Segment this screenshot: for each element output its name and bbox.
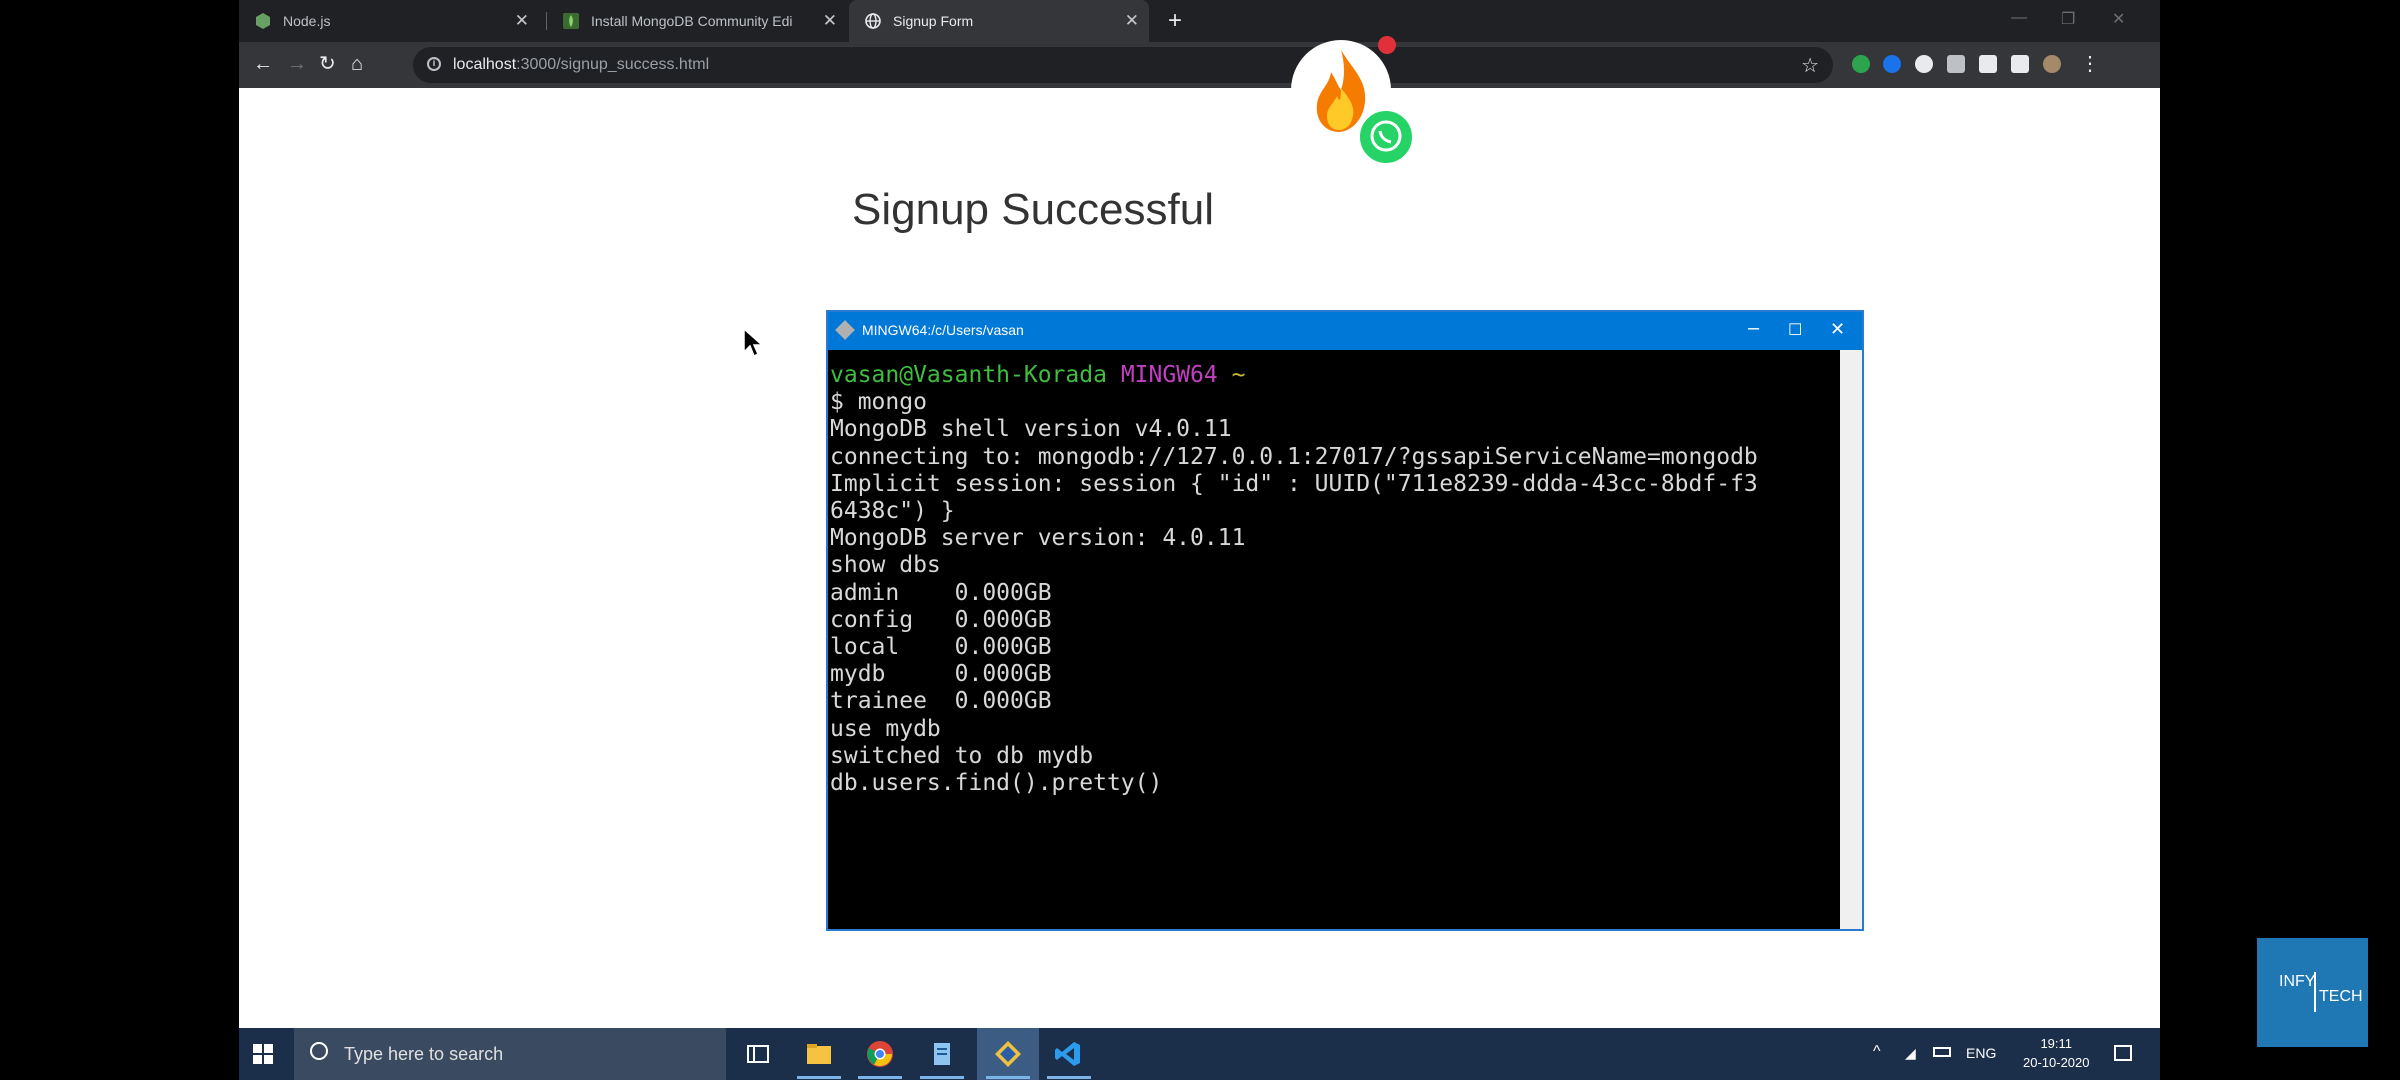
maximize-icon[interactable]: ☐ xyxy=(1788,320,1802,340)
terminal-line: connecting to: mongodb://127.0.0.1:27017… xyxy=(830,443,1758,470)
terminal-prompt: vasan@Vasanth-Korada MINGW64 ~ xyxy=(828,362,1838,389)
windows-start-icon[interactable] xyxy=(253,1044,273,1064)
taskbar-search-box[interactable]: Type here to search xyxy=(294,1028,726,1080)
git-bash-icon[interactable] xyxy=(994,1040,1022,1068)
close-tab-icon[interactable]: ✕ xyxy=(515,11,529,31)
terminal-line: config 0.000GB xyxy=(830,606,1052,633)
language-indicator[interactable]: ENG xyxy=(1966,1045,1996,1061)
active-app-indicator xyxy=(858,1076,902,1079)
terminal-line: switched to db mydb xyxy=(830,742,1094,769)
close-tab-icon[interactable]: ✕ xyxy=(1125,11,1139,31)
active-app-indicator xyxy=(986,1076,1030,1079)
wifi-icon[interactable]: ◢ xyxy=(1905,1045,1916,1062)
active-app-indicator xyxy=(797,1076,841,1079)
search-icon xyxy=(310,1042,328,1060)
windows-taskbar: Type here to search ^ ◢ ENG 19:11 20-10-… xyxy=(239,1028,2160,1080)
terminal-line: mydb 0.000GB xyxy=(830,661,1052,688)
browser-tab-strip: Node.js ✕ Install MongoDB Community Edi … xyxy=(239,0,2160,42)
forward-arrow-icon[interactable]: → xyxy=(287,52,307,76)
terminal-line: MongoDB shell version v4.0.11 xyxy=(830,416,1232,443)
search-placeholder: Type here to search xyxy=(344,1044,504,1064)
terminal-title: MINGW64:/c/Users/vasan xyxy=(862,322,1024,338)
logo-divider xyxy=(2314,972,2316,1012)
address-bar[interactable]: i localhost:3000/signup_success.html ☆ xyxy=(413,47,1833,83)
clock-time: 19:11 xyxy=(2040,1036,2073,1051)
battery-icon[interactable] xyxy=(1933,1047,1951,1057)
terminal-line: show dbs xyxy=(830,552,941,579)
git-bash-icon xyxy=(835,320,855,340)
terminal-line: $ mongo xyxy=(830,389,927,416)
tab-nodejs[interactable]: Node.js ✕ xyxy=(239,0,539,42)
page-title: Signup Successful xyxy=(852,185,1214,234)
active-app-indicator xyxy=(1047,1076,1091,1079)
tab-mongodb[interactable]: Install MongoDB Community Edi ✕ xyxy=(547,0,847,42)
taskbar-clock[interactable]: 19:11 20-10-2020 xyxy=(2023,1034,2090,1072)
extension-icon[interactable] xyxy=(1883,55,1901,73)
infy-tech-logo: INFY TECH xyxy=(2257,938,2368,1047)
chrome-icon[interactable] xyxy=(866,1040,894,1068)
prompt-user: vasan@Vasanth-Korada xyxy=(830,362,1107,388)
screen: Node.js ✕ Install MongoDB Community Edi … xyxy=(239,0,2160,1080)
clock-date: 20-10-2020 xyxy=(2023,1055,2090,1070)
back-arrow-icon[interactable]: ← xyxy=(253,52,273,76)
active-app-indicator xyxy=(920,1076,964,1079)
tab-label: Install MongoDB Community Edi xyxy=(591,13,793,29)
minimize-icon[interactable]: – xyxy=(1748,317,1759,340)
mongodb-leaf-icon xyxy=(563,13,579,29)
task-view-icon[interactable] xyxy=(744,1040,772,1068)
profile-avatar[interactable] xyxy=(2043,55,2061,73)
terminal-titlebar[interactable]: MINGW64:/c/Users/vasan – ☐ ✕ xyxy=(828,312,1862,350)
terminal-line: MongoDB server version: 4.0.11 xyxy=(830,525,1246,552)
url-path: :3000/signup_success.html xyxy=(516,56,710,73)
terminal-window[interactable]: MINGW64:/c/Users/vasan – ☐ ✕ vasan@Vasan… xyxy=(826,310,1864,931)
home-icon[interactable]: ⌂ xyxy=(351,52,363,76)
close-icon[interactable]: ✕ xyxy=(1830,319,1845,340)
notification-dot xyxy=(1378,36,1396,54)
terminal-line: 6438c") } xyxy=(830,498,955,525)
notepad-icon[interactable] xyxy=(928,1040,956,1068)
vscode-icon[interactable] xyxy=(1054,1040,1082,1068)
tab-label: Node.js xyxy=(283,13,331,29)
new-tab-button[interactable]: + xyxy=(1168,7,1182,35)
mouse-cursor-icon xyxy=(743,327,765,365)
extension-icon[interactable] xyxy=(1915,55,1933,73)
close-window-icon[interactable]: ✕ xyxy=(2112,9,2125,29)
globe-icon xyxy=(865,13,881,29)
puzzle-extensions-icon[interactable] xyxy=(2011,55,2029,73)
tab-signup-form[interactable]: Signup Form ✕ xyxy=(849,0,1149,42)
url-host: localhost xyxy=(453,56,517,73)
prompt-env: MINGW64 xyxy=(1120,362,1218,388)
terminal-line: use mydb xyxy=(830,715,941,742)
tab-label: Signup Form xyxy=(893,13,974,29)
bookmark-star-icon[interactable]: ☆ xyxy=(1801,53,1819,78)
logo-text: INFY xyxy=(2279,973,2316,990)
terminal-output[interactable]: vasan@Vasanth-Korada MINGW64 ~ $ mongo M… xyxy=(828,350,1838,929)
grammarly-extension-icon[interactable] xyxy=(1852,55,1870,73)
terminal-scrollbar[interactable] xyxy=(1840,350,1862,929)
url-text[interactable]: localhost:3000/signup_success.html xyxy=(453,56,709,74)
logo-text: TECH xyxy=(2319,988,2363,1005)
terminal-line: Implicit session: session { "id" : UUID(… xyxy=(830,470,1758,497)
restore-window-icon[interactable]: ❐ xyxy=(2061,9,2075,29)
browser-toolbar: ← → ↻ ⌂ i localhost:3000/signup_success.… xyxy=(239,42,2160,88)
whatsapp-icon xyxy=(1357,108,1415,166)
minimize-window-icon[interactable]: — xyxy=(2011,9,2027,27)
terminal-line: db.users.find().pretty() xyxy=(830,770,1163,797)
settings-extension-icon[interactable] xyxy=(1947,55,1965,73)
terminal-line: local 0.000GB xyxy=(830,634,1052,661)
menu-kebab-icon[interactable]: ⋮ xyxy=(2080,52,2100,76)
info-icon[interactable]: i xyxy=(427,57,441,71)
notification-center-icon[interactable] xyxy=(2114,1045,2132,1061)
reload-icon[interactable]: ↻ xyxy=(319,52,336,76)
nodejs-icon xyxy=(255,13,271,29)
file-explorer-icon[interactable] xyxy=(805,1040,833,1068)
prompt-dir: ~ xyxy=(1231,362,1246,388)
chevron-up-icon[interactable]: ^ xyxy=(1873,1043,1881,1061)
terminal-line: admin 0.000GB xyxy=(830,579,1052,606)
extension-icon[interactable] xyxy=(1979,55,1997,73)
close-tab-icon[interactable]: ✕ xyxy=(823,11,837,31)
terminal-line: trainee 0.000GB xyxy=(830,688,1052,715)
